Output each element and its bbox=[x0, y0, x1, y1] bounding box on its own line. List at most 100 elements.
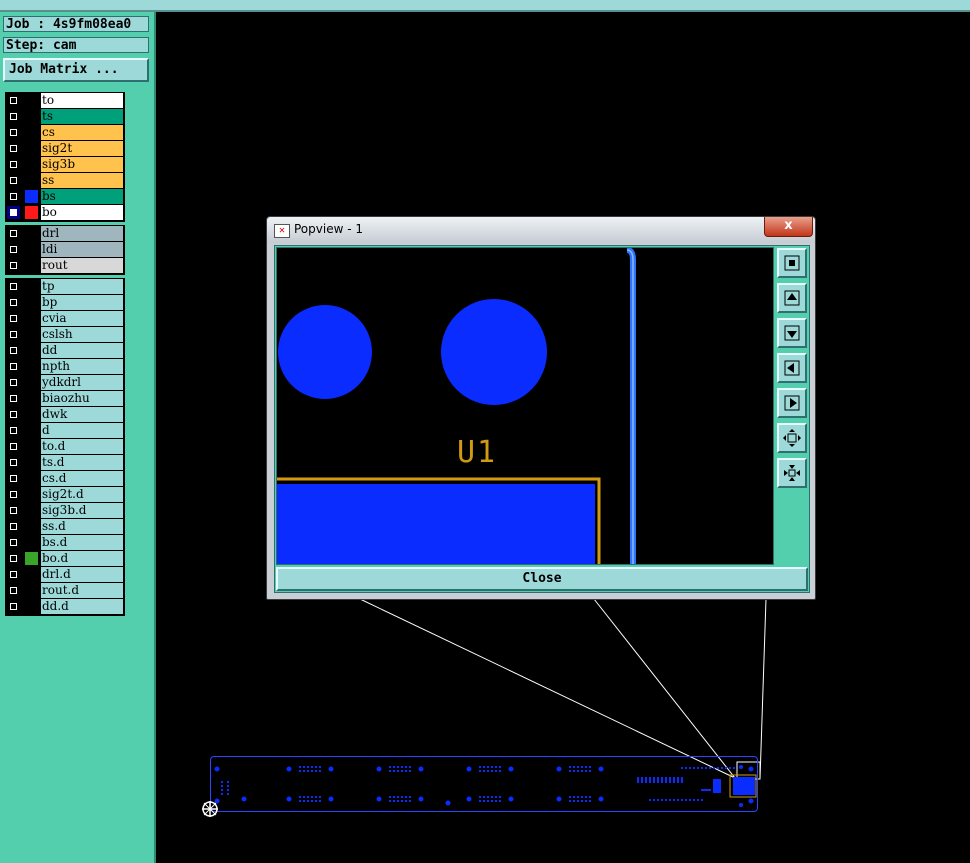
layer-name[interactable]: bs bbox=[41, 189, 123, 204]
pan-down-button[interactable] bbox=[777, 318, 807, 348]
layer-checkbox[interactable] bbox=[7, 552, 20, 565]
close-window-button[interactable]: x bbox=[764, 217, 813, 237]
layer-name[interactable]: cvia bbox=[41, 311, 123, 326]
layer-row-dd[interactable]: dd bbox=[6, 343, 124, 358]
layer-name[interactable]: ss bbox=[41, 173, 123, 188]
layer-checkbox[interactable] bbox=[7, 376, 20, 389]
layer-row-sig3b-d[interactable]: sig3b.d bbox=[6, 503, 124, 518]
layer-row-cs-d[interactable]: cs.d bbox=[6, 471, 124, 486]
layer-row-dd-d[interactable]: dd.d bbox=[6, 599, 124, 614]
layer-checkbox[interactable] bbox=[7, 206, 20, 219]
layer-name[interactable]: ts.d bbox=[41, 455, 123, 470]
layer-row-sig3b[interactable]: sig3b bbox=[6, 157, 124, 172]
layer-row-ts[interactable]: ts bbox=[6, 109, 124, 124]
layer-checkbox[interactable] bbox=[7, 142, 20, 155]
layer-checkbox[interactable] bbox=[7, 344, 20, 357]
layer-name[interactable]: npth bbox=[41, 359, 123, 374]
layer-checkbox[interactable] bbox=[7, 440, 20, 453]
layer-checkbox[interactable] bbox=[7, 488, 20, 501]
popview-titlebar[interactable]: ✕ Popview - 1 bbox=[267, 217, 815, 243]
layer-name[interactable]: ts bbox=[41, 109, 123, 124]
layer-row-drl-d[interactable]: drl.d bbox=[6, 567, 124, 582]
pcb-board-outline[interactable] bbox=[210, 756, 758, 812]
layer-checkbox[interactable] bbox=[7, 259, 20, 272]
layer-name[interactable]: sig3b.d bbox=[41, 503, 123, 518]
layer-name[interactable]: cslsh bbox=[41, 327, 123, 342]
layer-name[interactable]: drl bbox=[41, 226, 123, 241]
layer-row-rout-d[interactable]: rout.d bbox=[6, 583, 124, 598]
layer-checkbox[interactable] bbox=[7, 408, 20, 421]
layer-row-bs[interactable]: bs bbox=[6, 189, 124, 204]
popview-canvas[interactable]: U1 bbox=[276, 247, 774, 565]
layer-row-tp[interactable]: tp bbox=[6, 279, 124, 294]
zoom-extents-button[interactable] bbox=[777, 248, 807, 278]
layer-name[interactable]: sig2t.d bbox=[41, 487, 123, 502]
layer-checkbox[interactable] bbox=[7, 568, 20, 581]
layer-checkbox[interactable] bbox=[7, 126, 20, 139]
layer-checkbox[interactable] bbox=[7, 600, 20, 613]
layer-name[interactable]: to.d bbox=[41, 439, 123, 454]
layer-checkbox[interactable] bbox=[7, 296, 20, 309]
layer-row-bs-d[interactable]: bs.d bbox=[6, 535, 124, 550]
zoom-out-button[interactable] bbox=[777, 458, 807, 488]
layer-name[interactable]: ss.d bbox=[41, 519, 123, 534]
layer-name[interactable]: rout.d bbox=[41, 583, 123, 598]
layer-row-d[interactable]: d bbox=[6, 423, 124, 438]
layer-row-bo-d[interactable]: bo.d bbox=[6, 551, 124, 566]
layer-checkbox[interactable] bbox=[7, 94, 20, 107]
layer-checkbox[interactable] bbox=[7, 392, 20, 405]
layer-checkbox[interactable] bbox=[7, 110, 20, 123]
layer-row-cvia[interactable]: cvia bbox=[6, 311, 124, 326]
layer-row-biaozhu[interactable]: biaozhu bbox=[6, 391, 124, 406]
layer-name[interactable]: sig2t bbox=[41, 141, 123, 156]
layer-name[interactable]: bp bbox=[41, 295, 123, 310]
layer-row-bp[interactable]: bp bbox=[6, 295, 124, 310]
layer-checkbox[interactable] bbox=[7, 243, 20, 256]
layer-checkbox[interactable] bbox=[7, 504, 20, 517]
layer-name[interactable]: bo bbox=[41, 205, 123, 220]
layer-name[interactable]: to bbox=[41, 93, 123, 108]
zoom-in-button[interactable] bbox=[777, 423, 807, 453]
layer-checkbox[interactable] bbox=[7, 520, 20, 533]
layer-row-ldi[interactable]: ldi bbox=[6, 242, 124, 257]
pan-up-button[interactable] bbox=[777, 283, 807, 313]
layer-name[interactable]: dd.d bbox=[41, 599, 123, 614]
layer-checkbox[interactable] bbox=[7, 424, 20, 437]
layer-name[interactable]: sig3b bbox=[41, 157, 123, 172]
layer-row-dwk[interactable]: dwk bbox=[6, 407, 124, 422]
layer-row-bo[interactable]: bo bbox=[6, 205, 124, 220]
layer-name[interactable]: cs.d bbox=[41, 471, 123, 486]
layer-checkbox[interactable] bbox=[7, 174, 20, 187]
layer-checkbox[interactable] bbox=[7, 536, 20, 549]
layer-row-sig2t[interactable]: sig2t bbox=[6, 141, 124, 156]
layer-name[interactable]: tp bbox=[41, 279, 123, 294]
layer-row-cs[interactable]: cs bbox=[6, 125, 124, 140]
layer-checkbox[interactable] bbox=[7, 227, 20, 240]
layer-checkbox[interactable] bbox=[7, 456, 20, 469]
layer-row-npth[interactable]: npth bbox=[6, 359, 124, 374]
layer-name[interactable]: d bbox=[41, 423, 123, 438]
layer-name[interactable]: biaozhu bbox=[41, 391, 123, 406]
layer-name[interactable]: dwk bbox=[41, 407, 123, 422]
layer-checkbox[interactable] bbox=[7, 280, 20, 293]
layer-checkbox[interactable] bbox=[7, 472, 20, 485]
layer-row-drl[interactable]: drl bbox=[6, 226, 124, 241]
layer-checkbox[interactable] bbox=[7, 584, 20, 597]
layer-name[interactable]: cs bbox=[41, 125, 123, 140]
popview-close-button[interactable]: Close bbox=[276, 567, 808, 591]
layer-checkbox[interactable] bbox=[7, 328, 20, 341]
layer-row-ydkdrl[interactable]: ydkdrl bbox=[6, 375, 124, 390]
layer-name[interactable]: dd bbox=[41, 343, 123, 358]
pan-left-button[interactable] bbox=[777, 353, 807, 383]
layer-row-to-d[interactable]: to.d bbox=[6, 439, 124, 454]
layer-row-to[interactable]: to bbox=[6, 93, 124, 108]
layer-checkbox[interactable] bbox=[7, 158, 20, 171]
layer-row-rout[interactable]: rout bbox=[6, 258, 124, 273]
layer-name[interactable]: ydkdrl bbox=[41, 375, 123, 390]
layer-name[interactable]: drl.d bbox=[41, 567, 123, 582]
layer-row-ss-d[interactable]: ss.d bbox=[6, 519, 124, 534]
job-matrix-button[interactable]: Job Matrix ... bbox=[3, 58, 149, 82]
layer-row-cslsh[interactable]: cslsh bbox=[6, 327, 124, 342]
layer-checkbox[interactable] bbox=[7, 360, 20, 373]
layer-name[interactable]: rout bbox=[41, 258, 123, 273]
